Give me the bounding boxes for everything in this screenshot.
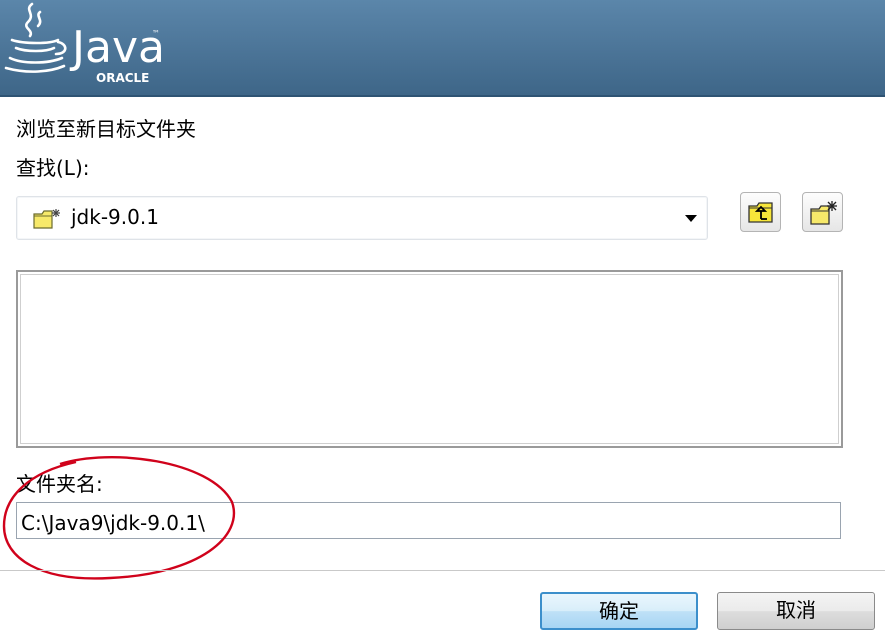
cancel-button[interactable]: 取消 [717,592,875,630]
folder-name-input[interactable] [16,502,841,539]
folder-list-inner [20,274,839,444]
instruction-text: 浏览至新目标文件夹 [16,117,196,141]
svg-text:Java: Java [69,22,165,73]
lookin-dropdown[interactable]: jdk-9.0.1 [16,196,708,240]
new-folder-icon [810,201,837,225]
chevron-down-icon[interactable] [685,215,697,222]
folder-list[interactable] [16,270,843,448]
lookin-value: jdk-9.0.1 [71,205,159,229]
svg-text:ORACLE: ORACLE [96,71,149,85]
footer-separator [0,570,885,571]
java-oracle-logo: Java ™ ORACLE [4,2,165,85]
lookin-label: 查找(L): [16,156,90,180]
folder-icon [33,209,60,229]
up-one-level-button[interactable] [740,192,781,232]
java-cup-icon [4,2,67,73]
java-banner: Java ™ ORACLE [0,0,885,97]
ok-button[interactable]: 确定 [540,592,698,630]
create-new-folder-button[interactable] [802,192,843,232]
svg-text:™: ™ [152,29,160,38]
folder-name-label: 文件夹名: [16,472,103,496]
folder-up-icon [748,202,773,223]
